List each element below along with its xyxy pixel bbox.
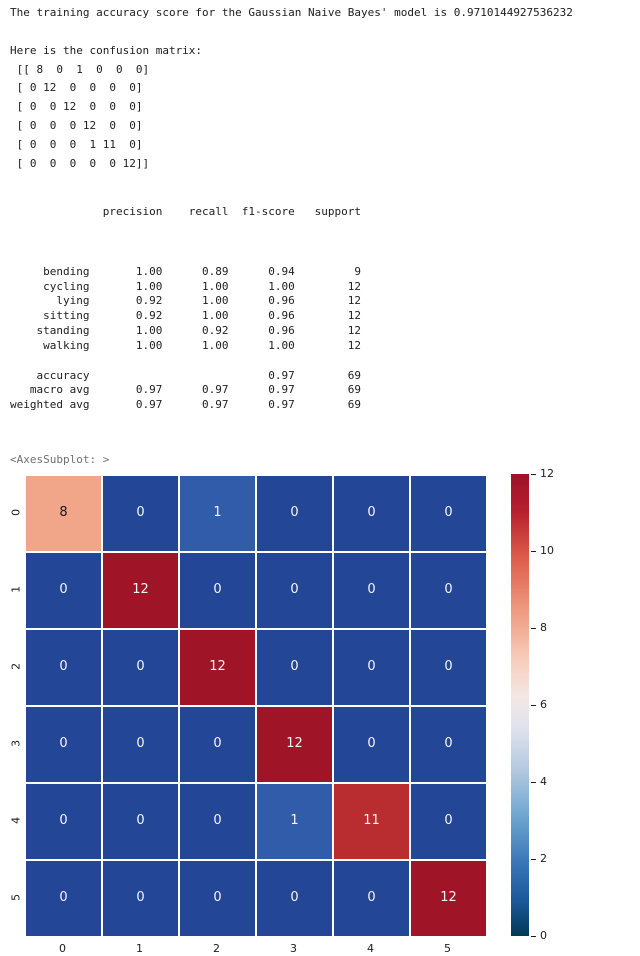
matrix-text-row: [ 0 0 0 1 11 0] <box>10 138 630 153</box>
report-row: lying 0.92 1.00 0.96 12 <box>10 294 630 309</box>
y-tick: 1 <box>10 582 25 596</box>
colorbar-tick: 4 <box>531 775 547 790</box>
matrix-text-row: [ 0 0 12 0 0 0] <box>10 100 630 115</box>
heatmap-cell: 12 <box>256 706 333 783</box>
heatmap-cell: 1 <box>179 475 256 552</box>
colorbar-gradient <box>510 474 529 936</box>
x-tick: 1 <box>133 942 147 956</box>
heatmap-cell: 0 <box>410 629 487 706</box>
heatmap-cell: 0 <box>333 629 410 706</box>
report-row: bending 1.00 0.89 0.94 9 <box>10 265 630 280</box>
report-row: macro avg 0.97 0.97 0.97 69 <box>10 383 630 398</box>
heatmap-cell: 0 <box>179 860 256 937</box>
matrix-intro: Here is the confusion matrix: <box>10 44 630 59</box>
colorbar-tick: 6 <box>531 698 547 713</box>
confusion-matrix-text: [[ 8 0 1 0 0 0] [ 0 12 0 0 0 0] [ 0 0 12… <box>10 63 630 172</box>
colorbar-tick: 2 <box>531 852 547 867</box>
heatmap-cell: 0 <box>410 706 487 783</box>
y-tick: 4 <box>10 813 25 827</box>
heatmap-cell: 0 <box>102 629 179 706</box>
classification-report: precision recall f1-score support bendin… <box>10 176 630 443</box>
heatmap-cell: 0 <box>256 629 333 706</box>
heatmap-cell: 0 <box>333 706 410 783</box>
heatmap-cell: 12 <box>179 629 256 706</box>
report-row: standing 1.00 0.92 0.96 12 <box>10 324 630 339</box>
x-tick: 3 <box>287 942 301 956</box>
colorbar-ticks: 024681012 <box>529 474 565 936</box>
heatmap-cell: 0 <box>102 783 179 860</box>
heatmap-cell: 12 <box>102 552 179 629</box>
heatmap-grid: 8010000120000001200000012000001110000001… <box>24 474 488 938</box>
heatmap-cell: 0 <box>256 552 333 629</box>
heatmap-cell: 1 <box>256 783 333 860</box>
confusion-matrix-heatmap: 012345 801000012000000120000001200000111… <box>10 474 610 938</box>
colorbar-tick: 12 <box>531 467 554 482</box>
heatmap-cell: 0 <box>256 475 333 552</box>
heatmap-cell: 0 <box>410 475 487 552</box>
matrix-text-row: [ 0 0 0 0 0 12]] <box>10 157 630 172</box>
heatmap-cell: 0 <box>256 860 333 937</box>
heatmap-cell: 0 <box>410 552 487 629</box>
report-row <box>10 250 630 265</box>
colorbar: 024681012 <box>510 474 565 936</box>
heatmap-cell: 0 <box>25 629 102 706</box>
x-tick: 5 <box>441 942 455 956</box>
heatmap-cell: 0 <box>179 552 256 629</box>
heatmap-cell: 0 <box>25 552 102 629</box>
report-row <box>10 354 630 369</box>
report-row: cycling 1.00 1.00 1.00 12 <box>10 280 630 295</box>
colorbar-tick: 10 <box>531 544 554 559</box>
report-row: weighted avg 0.97 0.97 0.97 69 <box>10 398 630 413</box>
heatmap-cell: 11 <box>333 783 410 860</box>
x-tick: 4 <box>364 942 378 956</box>
heatmap-cell: 0 <box>25 860 102 937</box>
heatmap-cell: 0 <box>102 706 179 783</box>
report-header: precision recall f1-score support <box>10 205 630 220</box>
heatmap-cell: 0 <box>102 860 179 937</box>
heatmap-cell: 0 <box>25 783 102 860</box>
x-tick: 0 <box>56 942 70 956</box>
y-axis-ticks: 0 1 2 3 4 5 <box>10 474 24 936</box>
heatmap-cell: 0 <box>179 706 256 783</box>
blank-line-1 <box>10 25 630 40</box>
heatmap-cell: 0 <box>333 475 410 552</box>
heatmap-cell: 0 <box>333 860 410 937</box>
heatmap-cell: 8 <box>25 475 102 552</box>
x-tick: 2 <box>210 942 224 956</box>
colorbar-tick: 0 <box>531 929 547 944</box>
y-tick: 5 <box>10 890 25 904</box>
y-tick: 3 <box>10 736 25 750</box>
matrix-text-row: [ 0 0 0 12 0 0] <box>10 119 630 134</box>
heatmap-cell: 0 <box>410 783 487 860</box>
matrix-text-row: [[ 8 0 1 0 0 0] <box>10 63 630 78</box>
heatmap-cell: 0 <box>179 783 256 860</box>
x-axis-ticks: 0 1 2 3 4 5 <box>24 942 486 956</box>
heatmap-cell: 0 <box>333 552 410 629</box>
axes-repr: <AxesSubplot: > <box>10 453 630 468</box>
accuracy-line: The training accuracy score for the Gaus… <box>10 6 630 21</box>
matrix-text-row: [ 0 12 0 0 0 0] <box>10 81 630 96</box>
heatmap-cell: 0 <box>102 475 179 552</box>
colorbar-tick: 8 <box>531 621 547 636</box>
heatmap-cell: 12 <box>410 860 487 937</box>
y-tick: 0 <box>10 505 25 519</box>
heatmap-cell: 0 <box>25 706 102 783</box>
y-tick: 2 <box>10 659 25 673</box>
report-row: accuracy 0.97 69 <box>10 369 630 384</box>
report-row: walking 1.00 1.00 1.00 12 <box>10 339 630 354</box>
report-row: sitting 0.92 1.00 0.96 12 <box>10 309 630 324</box>
